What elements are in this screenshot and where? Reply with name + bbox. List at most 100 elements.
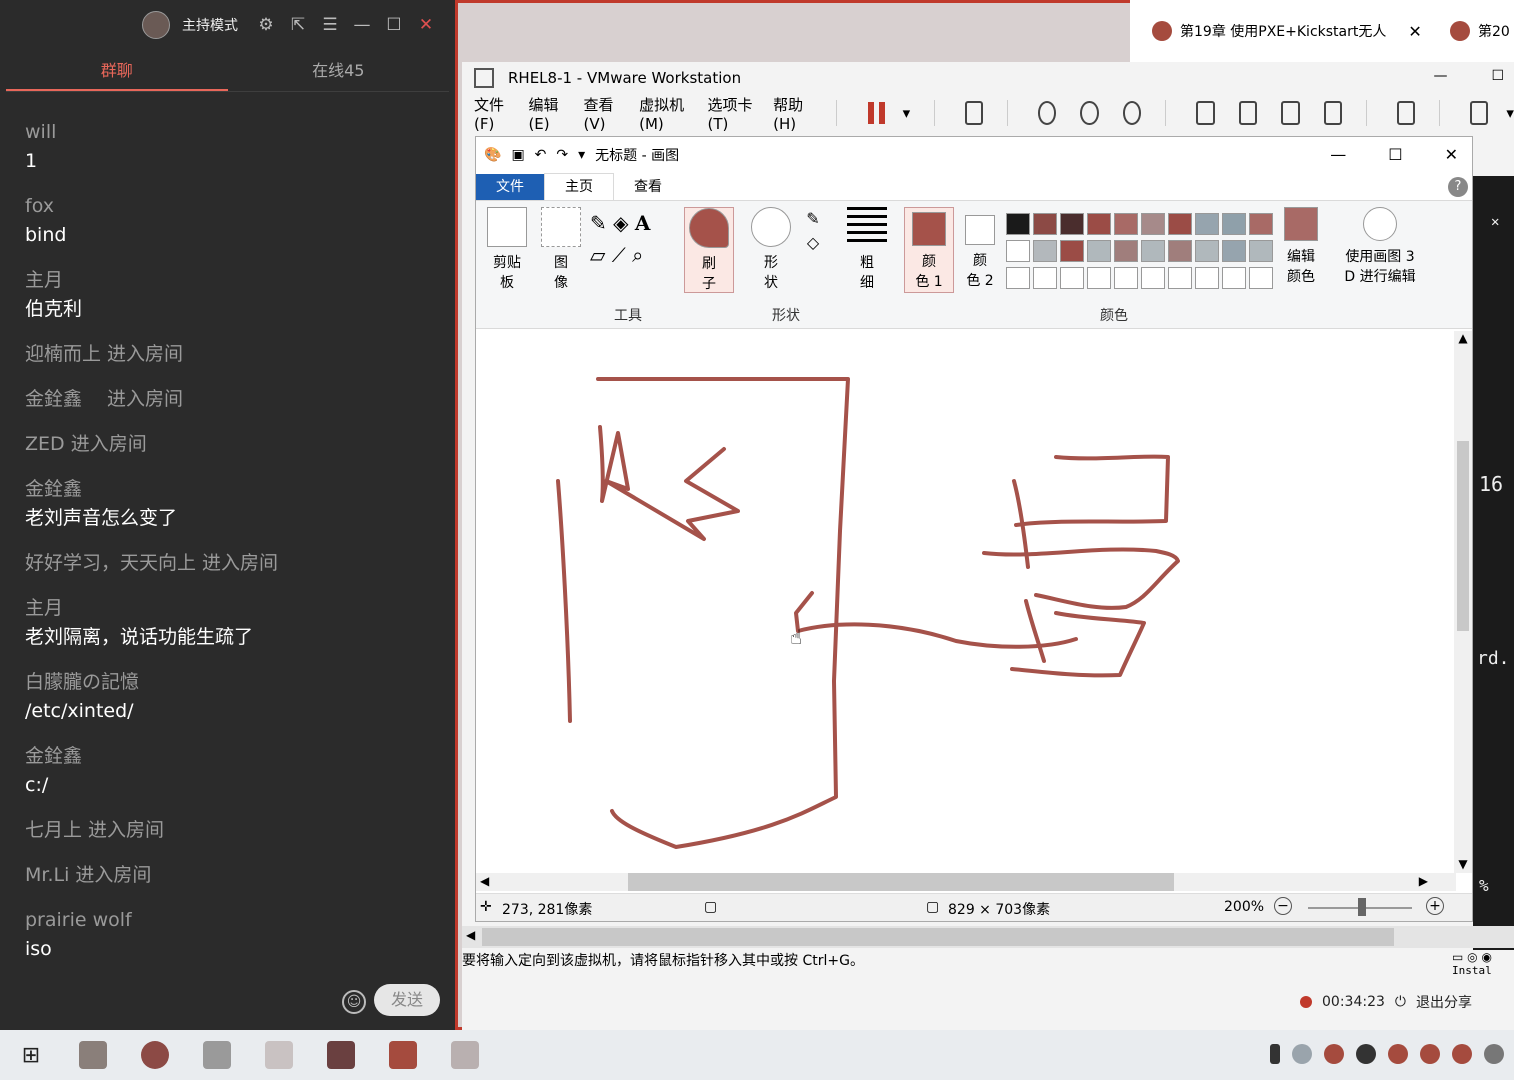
minimize-icon[interactable]: — [1433, 68, 1447, 84]
browser-tab[interactable]: 第20 [1430, 21, 1510, 41]
vertical-scrollbar[interactable]: ▲ ▼ [1454, 331, 1472, 873]
taskbar-app[interactable] [62, 1030, 124, 1080]
chevron-down-icon[interactable]: ▾ [1506, 104, 1514, 122]
scroll-thumb[interactable] [1457, 441, 1469, 631]
palette-swatch[interactable] [1222, 267, 1246, 289]
fullscreen-icon[interactable] [1281, 101, 1300, 125]
exit-share-button[interactable]: 退出分享 [1416, 992, 1472, 1012]
palette-swatch[interactable] [1141, 240, 1165, 262]
close-icon[interactable]: ✕ [1491, 214, 1499, 230]
maximize-icon[interactable]: ☐ [384, 15, 404, 35]
palette-swatch[interactable] [1087, 213, 1111, 235]
qq-icon[interactable] [1452, 1044, 1472, 1064]
taskbar-app[interactable] [372, 1030, 434, 1080]
palette-swatch[interactable] [1006, 267, 1030, 289]
palette-swatch[interactable] [1195, 240, 1219, 262]
pencil-icon[interactable]: ✎ [590, 211, 607, 235]
close-icon[interactable]: ✕ [1408, 22, 1421, 41]
color-picker-icon[interactable]: ⟋ [612, 243, 626, 267]
shapes-button[interactable]: 形 状 [746, 207, 796, 293]
palette-swatch[interactable] [1114, 240, 1138, 262]
brush-button[interactable]: 刷 子 [684, 207, 734, 293]
help-icon[interactable]: ? [1448, 176, 1468, 197]
minimize-icon[interactable]: — [1330, 145, 1346, 164]
maximize-icon[interactable]: ☐ [1491, 68, 1504, 84]
palette-swatch[interactable] [1222, 240, 1246, 262]
redo-icon[interactable]: ↷ [556, 147, 568, 163]
emoji-icon[interactable]: ☺ [342, 990, 366, 1014]
menu-item-vm[interactable]: 虚拟机(M) [639, 94, 689, 133]
palette-swatch[interactable] [1087, 240, 1111, 262]
unity-icon[interactable] [1323, 101, 1343, 125]
palette-swatch[interactable] [1114, 267, 1138, 289]
palette-swatch[interactable] [1087, 267, 1111, 289]
scroll-left-icon[interactable]: ◀ [480, 874, 489, 888]
horizontal-scrollbar[interactable]: ◀ ▶ [476, 873, 1456, 891]
stretch-icon[interactable] [1469, 101, 1489, 125]
tab-view[interactable]: 查看 [614, 174, 682, 200]
menu-item-view[interactable]: 查看(V) [583, 94, 621, 133]
palette-swatch[interactable] [1060, 213, 1084, 235]
menu-item-edit[interactable]: 编辑(E) [528, 94, 565, 133]
zoom-in-icon[interactable]: + [1426, 897, 1444, 915]
minimize-icon[interactable]: — [352, 15, 372, 35]
power-icon[interactable]: ⏻ [1395, 994, 1406, 1010]
snapshot-manager-icon[interactable] [1122, 101, 1142, 125]
palette-swatch[interactable] [1033, 240, 1057, 262]
chevron-down-icon[interactable]: ▾ [903, 104, 911, 122]
scroll-right-icon[interactable]: ▶ [1419, 874, 1428, 888]
qq-icon[interactable] [1420, 1044, 1440, 1064]
palette-swatch[interactable] [1168, 213, 1192, 235]
palette-swatch[interactable] [1249, 240, 1273, 262]
menu-item-file[interactable]: 文件(F) [474, 94, 510, 133]
clipboard-button[interactable]: 剪贴 板 [482, 207, 532, 293]
tray-app-icon[interactable] [1356, 1044, 1376, 1064]
network-icon[interactable] [1292, 1044, 1312, 1064]
library-icon[interactable] [1196, 101, 1215, 125]
palette-swatch[interactable] [1141, 267, 1165, 289]
palette-swatch[interactable] [1060, 240, 1084, 262]
chevron-down-icon[interactable]: ▾ [578, 147, 585, 163]
device-icon[interactable]: ▭ ◎ ◉ [1452, 950, 1492, 964]
revert-snapshot-icon[interactable] [1080, 101, 1099, 125]
palette-swatch[interactable] [1249, 213, 1273, 235]
palette-swatch[interactable] [1033, 213, 1057, 235]
scroll-up-icon[interactable]: ▲ [1454, 331, 1472, 345]
palette-swatch[interactable] [1195, 213, 1219, 235]
fill-icon[interactable]: ◈ [613, 211, 628, 235]
pause-icon[interactable] [868, 102, 885, 124]
palette-swatch[interactable] [1168, 240, 1192, 262]
edit-colors-button[interactable]: 编辑 颜色 [1278, 207, 1324, 287]
settings-icon[interactable] [1484, 1044, 1504, 1064]
paint3d-button[interactable]: 使用画图 3 D 进行编辑 [1338, 207, 1422, 287]
menu-item-help[interactable]: 帮助(H) [773, 94, 811, 133]
tab-home[interactable]: 主页 [544, 173, 614, 200]
color2-button[interactable]: 颜 色 2 [958, 207, 1002, 291]
taskbar-app[interactable] [434, 1030, 496, 1080]
eraser-icon[interactable]: ▱ [590, 243, 605, 267]
windows-start-icon[interactable]: ⊞ [0, 1043, 62, 1068]
color1-button[interactable]: 颜 色 1 [904, 207, 954, 293]
close-icon[interactable]: ✕ [1445, 145, 1458, 164]
send-ctrl-alt-del-icon[interactable] [964, 101, 984, 125]
palette-swatch[interactable] [1222, 213, 1246, 235]
scroll-down-icon[interactable]: ▼ [1454, 857, 1472, 871]
tab-group-chat[interactable]: 群聊 [6, 50, 228, 91]
size-button[interactable]: 粗 细 [844, 207, 890, 293]
close-icon[interactable]: ✕ [416, 15, 436, 35]
menu-icon[interactable]: ☰ [320, 15, 340, 35]
tab-file[interactable]: 文件 [476, 174, 544, 200]
magnifier-icon[interactable]: ⌕ [632, 243, 643, 267]
fill-icon[interactable]: ◇ [798, 231, 828, 255]
palette-swatch[interactable] [1060, 267, 1084, 289]
send-button[interactable]: 发送 [374, 984, 440, 1016]
snapshot-icon[interactable] [1038, 101, 1057, 125]
palette-swatch[interactable] [1114, 213, 1138, 235]
taskbar-app[interactable] [186, 1030, 248, 1080]
palette-swatch[interactable] [1168, 267, 1192, 289]
mic-icon[interactable] [1270, 1044, 1280, 1064]
popout-icon[interactable]: ⇱ [288, 15, 308, 35]
scroll-thumb[interactable] [482, 928, 1394, 946]
palette-swatch[interactable] [1033, 267, 1057, 289]
taskbar-app[interactable] [310, 1030, 372, 1080]
